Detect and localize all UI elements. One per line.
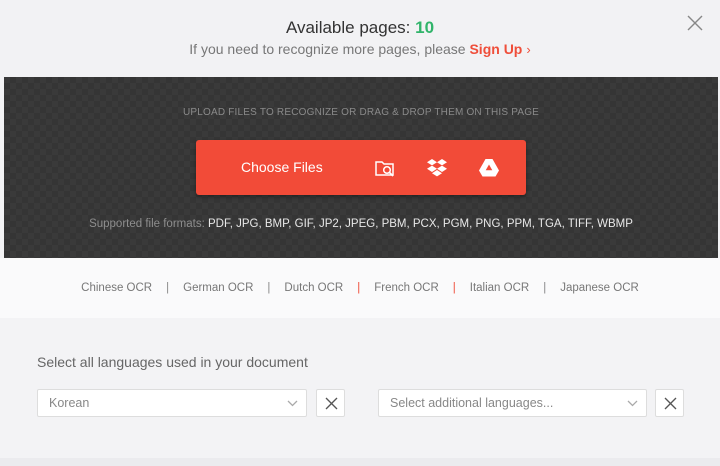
link-separator: | [452, 282, 456, 294]
link-separator: | [267, 282, 271, 294]
link-separator: | [357, 282, 361, 294]
primary-language-select[interactable]: Korean [37, 389, 307, 417]
clear-primary-language-button[interactable] [316, 389, 345, 417]
ocr-link-french[interactable]: French OCR [374, 282, 439, 294]
available-pages-label: Available pages: [285, 18, 411, 37]
formats-label: Supported file formats: [89, 218, 205, 230]
available-pages-count: 10 [415, 18, 435, 37]
signup-link[interactable]: Sign Up [469, 41, 522, 57]
available-pages: Available pages: 10 [0, 18, 720, 38]
bottom-divider [0, 458, 720, 466]
close-icon[interactable] [686, 14, 704, 32]
folder-search-icon[interactable] [374, 157, 396, 179]
additional-languages-placeholder: Select additional languages... [390, 396, 554, 410]
chevron-right-icon[interactable]: › [526, 42, 530, 57]
google-drive-icon[interactable] [478, 157, 500, 179]
upload-hint: UPLOAD FILES TO RECOGNIZE OR DRAG & DROP… [182, 107, 540, 118]
ocr-link-italian[interactable]: Italian OCR [470, 282, 529, 294]
chevron-down-icon[interactable] [287, 399, 298, 407]
signup-prompt: If you need to recognize more pages, ple… [0, 41, 720, 57]
dropbox-icon[interactable] [426, 157, 448, 179]
close-icon[interactable] [664, 397, 677, 410]
link-separator: | [166, 282, 170, 294]
choose-files-label[interactable]: Choose Files [241, 159, 323, 175]
formats-list: PDF, JPG, BMP, GIF, JP2, JPEG, PBM, PCX,… [207, 218, 633, 230]
choose-files-button[interactable]: Choose Files [196, 140, 526, 195]
ocr-link-dutch[interactable]: Dutch OCR [284, 282, 343, 294]
primary-language-value: Korean [49, 396, 90, 410]
signup-prompt-text: If you need to recognize more pages, ple… [189, 41, 466, 57]
close-icon[interactable] [325, 397, 338, 410]
ocr-link-japanese[interactable]: Japanese OCR [560, 282, 639, 294]
upload-drop-zone[interactable]: UPLOAD FILES TO RECOGNIZE OR DRAG & DROP… [4, 77, 718, 258]
additional-languages-select[interactable]: Select additional languages... [378, 389, 647, 417]
languages-title: Select all languages used in your docume… [37, 354, 308, 370]
ocr-language-links: Chinese OCR | German OCR | Dutch OCR | French … [0, 258, 720, 318]
ocr-link-german[interactable]: German OCR [183, 282, 253, 294]
top-banner: Available pages: 10 If you need to recog… [0, 0, 720, 77]
link-separator: | [543, 282, 547, 294]
clear-additional-languages-button[interactable] [655, 389, 684, 417]
chevron-down-icon[interactable] [627, 399, 638, 407]
supported-formats: Supported file formats: PDF, JPG, BMP, G… [4, 218, 718, 230]
ocr-link-chinese[interactable]: Chinese OCR [81, 282, 152, 294]
